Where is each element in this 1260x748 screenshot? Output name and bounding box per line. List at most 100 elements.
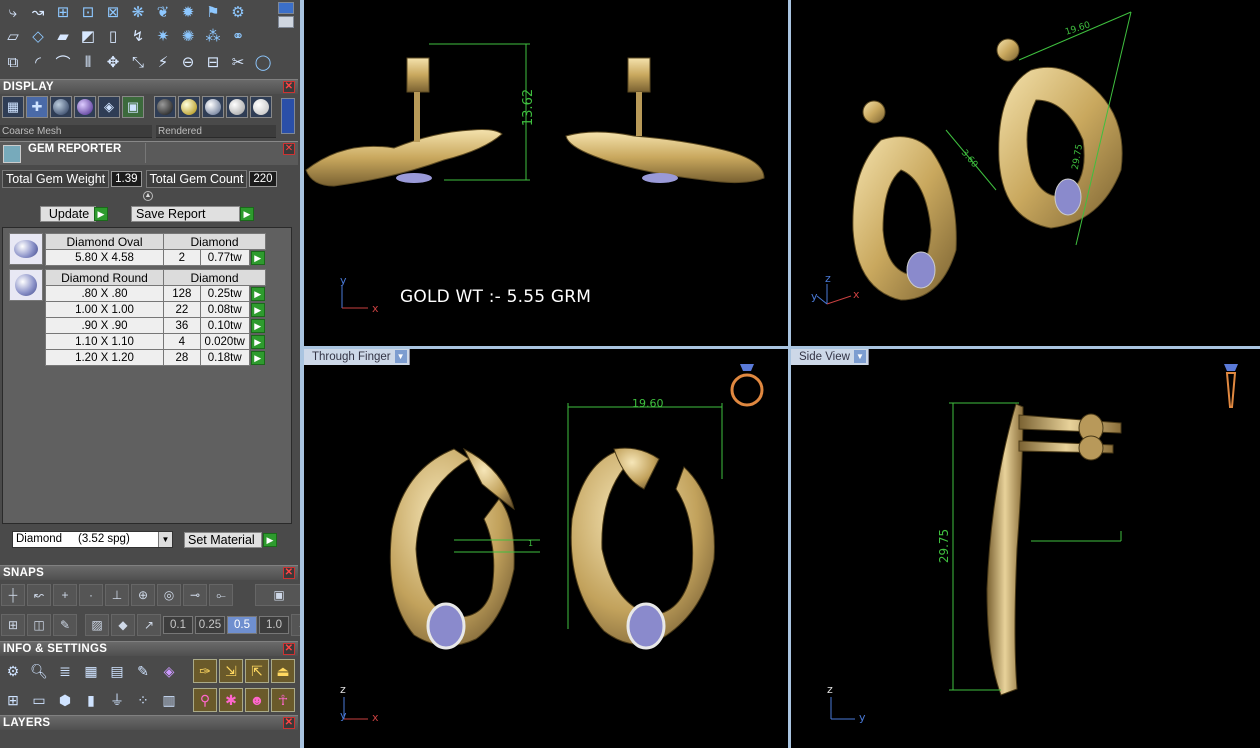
row-go-icon[interactable]: ▶	[250, 334, 265, 349]
curve-icon[interactable]: ⤷	[1, 0, 25, 24]
snap-value-1[interactable]: 0.25	[195, 616, 225, 634]
material-select[interactable]: Diamond (3.52 spg) ▼	[12, 531, 173, 548]
update-button[interactable]: Update	[40, 206, 96, 222]
cube-icon[interactable]: ◈	[157, 659, 181, 683]
scatter-icon[interactable]: ⁘	[131, 688, 155, 712]
layers-stack-icon[interactable]: ≣	[53, 659, 77, 683]
snap-quadrant-icon[interactable]: ◎	[157, 584, 181, 606]
gem-add-icon[interactable]: ⊞	[51, 0, 75, 24]
leaf-icon[interactable]: ❦	[151, 0, 175, 24]
save-report-button[interactable]: Save Report	[131, 206, 240, 222]
snap-point-icon[interactable]: +	[53, 584, 77, 606]
environment-icon[interactable]: ◈	[98, 96, 120, 118]
black-sphere-icon[interactable]	[154, 96, 176, 118]
surface-icon[interactable]: ▱	[1, 24, 25, 48]
set-material-button[interactable]: Set Material	[184, 532, 262, 548]
shaded-sphere-icon[interactable]	[50, 96, 72, 118]
info-settings-close-icon[interactable]: ✕	[283, 643, 295, 655]
glass-sphere-icon[interactable]	[202, 96, 224, 118]
document-icon[interactable]: ▤	[105, 659, 129, 683]
cubes-icon[interactable]: ⧉	[1, 50, 25, 74]
white-sphere-icon[interactable]	[250, 96, 272, 118]
layers-close-icon[interactable]: ✕	[283, 717, 295, 729]
circle-icon[interactable]: ◯	[251, 50, 275, 74]
export-icon[interactable]: ⇱	[245, 659, 269, 683]
scale-icon[interactable]: ⤡	[126, 50, 150, 74]
box-icon[interactable]: ▦	[79, 659, 103, 683]
brush-icon[interactable]: ✑	[193, 659, 217, 683]
update-go-icon[interactable]: ▶	[94, 207, 108, 221]
row-go-icon[interactable]: ▶	[250, 251, 265, 265]
snaps-close-icon[interactable]: ✕	[283, 567, 295, 579]
rail-icon[interactable]: ▯	[101, 24, 125, 48]
pattern-icon[interactable]: ❋	[126, 0, 150, 24]
render-sphere-icon[interactable]	[74, 96, 96, 118]
chevron-down-icon[interactable]: ▼	[158, 532, 172, 547]
move-icon[interactable]: ✥	[101, 50, 125, 74]
runner-icon[interactable]: ☥	[271, 688, 295, 712]
diamond-icon[interactable]: ◇	[26, 24, 50, 48]
monitor-icon[interactable]: ▭	[27, 688, 51, 712]
snap-hatch-icon[interactable]: ▨	[85, 614, 109, 636]
snap-solid-icon[interactable]: ◫	[27, 614, 51, 636]
set-material-go-icon[interactable]: ▶	[263, 533, 277, 547]
snap-value-2[interactable]: 0.5	[227, 616, 257, 634]
render-mode-dropdown[interactable]: Rendered	[156, 125, 276, 138]
snap-perp-icon[interactable]: ⟜	[209, 584, 233, 606]
gold-sphere-icon[interactable]	[178, 96, 200, 118]
prong-icon[interactable]: ⊡	[76, 0, 100, 24]
snap-midpoint-icon[interactable]: ⊥	[105, 584, 129, 606]
snap-value-3[interactable]: 1.0	[259, 616, 289, 634]
bend-icon[interactable]: ↯	[126, 24, 150, 48]
pin-icon[interactable]: ⚲	[193, 688, 217, 712]
profile-icon[interactable]: ◩	[76, 24, 100, 48]
viewport-side-view[interactable]: Side View ▼ 29.75 z y	[791, 349, 1260, 748]
settings-gear-icon[interactable]: ⚙	[1, 659, 25, 683]
viewport-perspective[interactable]: 19.60 3.60 29.75 y x z	[791, 0, 1260, 346]
bug-icon[interactable]: ✱	[219, 688, 243, 712]
viewport-front[interactable]: 13.62 y x GOLD WT :- 5.55 GRM	[304, 0, 788, 346]
snap-curve-icon[interactable]: ↜	[27, 584, 51, 606]
chrome-sphere-icon[interactable]	[226, 96, 248, 118]
collapse-handle-icon[interactable]: ▲	[143, 191, 153, 201]
save-report-go-icon[interactable]: ▶	[240, 207, 254, 221]
panel-toggle-icon[interactable]	[278, 2, 294, 14]
arc-icon[interactable]: ◜	[26, 50, 50, 74]
book-icon[interactable]: ▮	[79, 688, 103, 712]
array-icon[interactable]: ⁂	[201, 24, 225, 48]
snap-tangent-icon[interactable]: ⊸	[183, 584, 207, 606]
display-close-icon[interactable]: ✕	[283, 81, 295, 93]
row-go-icon[interactable]: ▶	[250, 318, 265, 333]
snap-plane-icon[interactable]: ⊞	[1, 614, 25, 636]
grid-view-icon[interactable]: ▣	[122, 96, 144, 118]
viewports-icon[interactable]: ⊞	[1, 688, 25, 712]
trim-icon[interactable]: ✂	[226, 50, 250, 74]
gear-icon[interactable]: ⚙	[226, 0, 250, 24]
row-go-icon[interactable]: ▶	[250, 302, 265, 317]
report-icon[interactable]: ▥	[157, 688, 181, 712]
object-icon[interactable]: ⬢	[53, 688, 77, 712]
filter-icon[interactable]: ⏚	[105, 688, 129, 712]
sweep-icon[interactable]: ↝	[26, 0, 50, 24]
snap-vertex-icon[interactable]: ·	[79, 584, 103, 606]
wireframe-icon[interactable]: ▦	[2, 96, 24, 118]
edit-icon[interactable]: ✎	[131, 659, 155, 683]
halo-icon[interactable]: ✺	[176, 24, 200, 48]
row-go-icon[interactable]: ▶	[250, 350, 265, 365]
explode-icon[interactable]: ⚡	[151, 50, 175, 74]
snap-grid-icon[interactable]: ┼	[1, 584, 25, 606]
snap-window-icon[interactable]: ▣	[255, 584, 300, 606]
exit-icon[interactable]: ⏏	[271, 659, 295, 683]
split-icon[interactable]: ⊟	[201, 50, 225, 74]
dimension-icon[interactable]: ✚	[26, 96, 48, 118]
snap-diamond-icon[interactable]: ◆	[111, 614, 135, 636]
pave-icon[interactable]: ⊠	[101, 0, 125, 24]
fillet-icon[interactable]: ⌒	[51, 50, 75, 74]
boolean-icon[interactable]: ⊖	[176, 50, 200, 74]
plane-icon[interactable]: ▰	[51, 24, 75, 48]
flag-icon[interactable]: ⚑	[201, 0, 225, 24]
snap-grid-toggle-icon[interactable]: #	[291, 614, 300, 636]
snap-center-icon[interactable]: ⊕	[131, 584, 155, 606]
snap-arrow-icon[interactable]: ↗	[137, 614, 161, 636]
mirror-icon[interactable]: ⫴	[76, 50, 100, 74]
